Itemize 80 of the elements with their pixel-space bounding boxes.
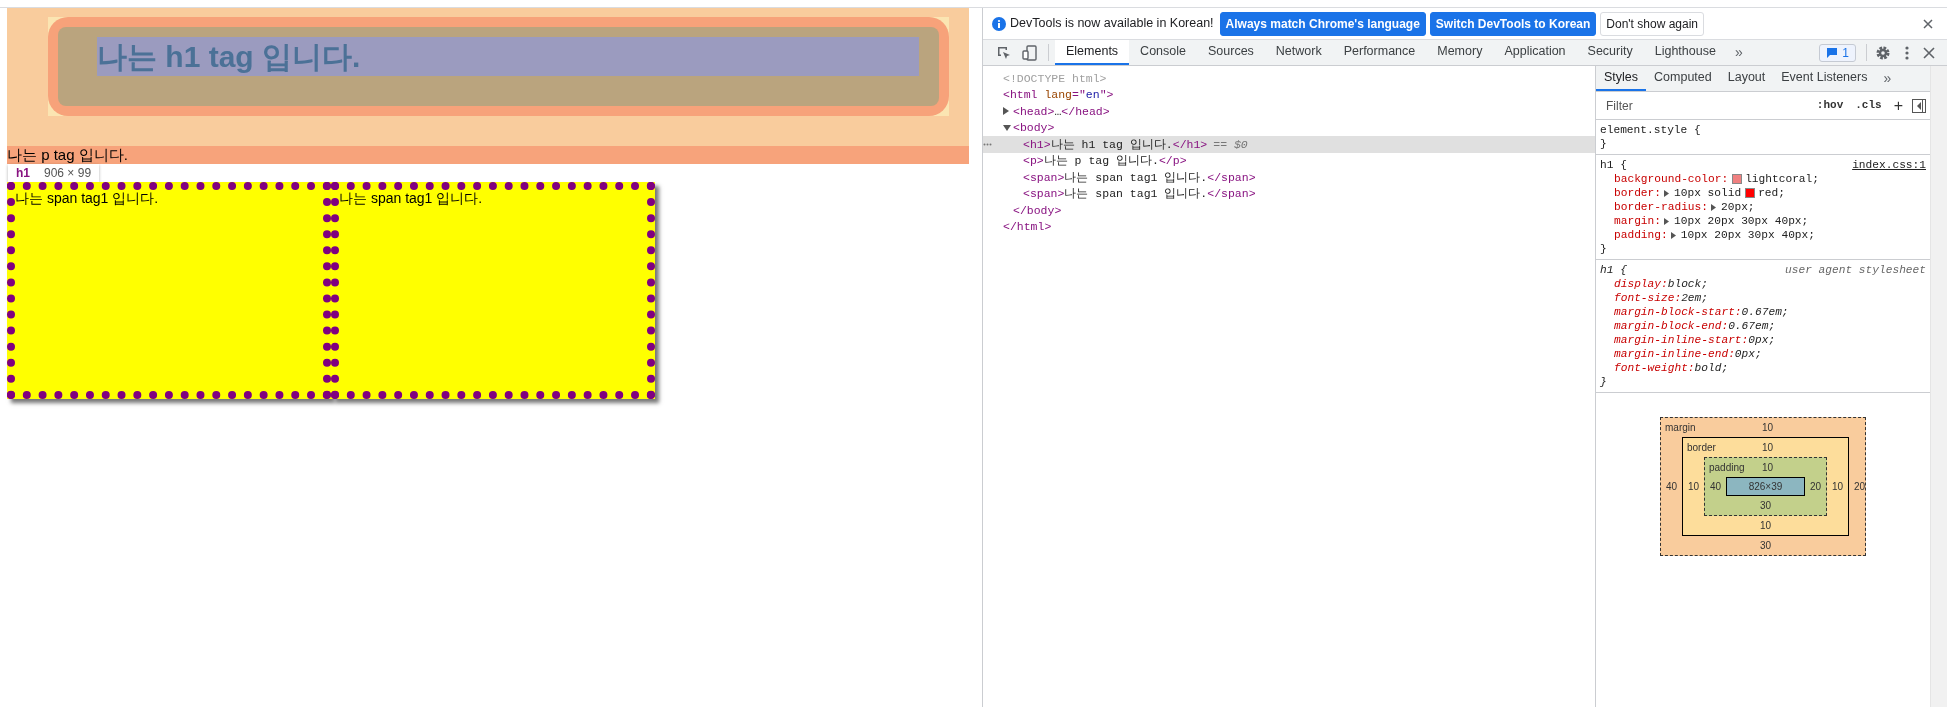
inspect-icon[interactable] (996, 44, 1012, 61)
css-selector: element.style { (1600, 123, 1701, 137)
span-box: 나는 span tag1 입니다. (331, 182, 655, 399)
css-declaration[interactable]: margin-block-start:0.67em; (1600, 305, 1926, 319)
styles-tab[interactable]: Event Listeners (1773, 66, 1876, 91)
infobar-message: DevTools is now available in Korean! (1010, 15, 1214, 33)
box-model-margin: margin 10 40 border 10 10 padding 10 40 826×39 20 30 10 10 20 30 (1660, 417, 1866, 556)
dom-node[interactable]: </html> (983, 218, 1595, 235)
devtools-tab[interactable]: Network (1264, 40, 1333, 65)
devtools-tab[interactable]: Memory (1426, 40, 1494, 65)
close-icon[interactable] (1923, 18, 1933, 29)
infobar-button[interactable]: Always match Chrome's language (1219, 11, 1426, 36)
devtools-tab[interactable]: Elements (1055, 40, 1130, 65)
issues-button[interactable]: 1 (1819, 43, 1856, 62)
css-selector: h1 { (1600, 263, 1627, 277)
devtools-tab[interactable]: Application (1493, 40, 1577, 65)
devtools-tab[interactable]: Performance (1332, 40, 1427, 65)
closing-brace: } (1600, 242, 1608, 256)
element-tooltip: h1 906 × 99 (8, 164, 100, 182)
more-tabs-button[interactable]: » (1726, 40, 1751, 65)
css-declaration[interactable]: background-color: lightcoral; (1600, 172, 1926, 186)
page-paragraph: 나는 p tag 입니다. (7, 146, 969, 164)
chat-icon (1826, 46, 1839, 59)
css-declaration[interactable]: border: 10px solid red; (1600, 186, 1926, 200)
expand-arrow-icon[interactable] (1664, 189, 1669, 197)
source-label: user agent stylesheet (1785, 263, 1926, 277)
css-declaration[interactable]: padding: 10px 20px 30px 40px; (1600, 228, 1926, 242)
css-declaration[interactable]: margin-block-end:0.67em; (1600, 319, 1926, 333)
sidebar-toggle-icon[interactable] (1912, 98, 1926, 113)
closing-brace: } (1600, 137, 1608, 151)
settings-icon[interactable] (1875, 44, 1891, 61)
css-declaration[interactable]: margin: 10px 20px 30px 40px; (1600, 214, 1926, 228)
css-declaration[interactable]: margin-inline-start:0px; (1600, 333, 1926, 347)
expand-arrow-icon[interactable] (1003, 107, 1009, 116)
dom-node[interactable]: <head>…</head> (983, 103, 1595, 120)
span-box: 나는 span tag1 입니다. (7, 182, 331, 399)
expand-arrow-icon[interactable] (1664, 217, 1669, 225)
css-declaration[interactable]: font-size:2em; (1600, 291, 1926, 305)
kebab-menu-icon[interactable] (1905, 45, 1909, 60)
info-icon (992, 16, 1006, 31)
dom-node[interactable]: </body> (983, 202, 1595, 219)
color-swatch[interactable] (1732, 174, 1743, 184)
toolbar-button[interactable]: + (1890, 93, 1906, 118)
infobar-button[interactable]: Switch DevTools to Korean (1429, 11, 1597, 36)
styles-tab[interactable]: Layout (1719, 66, 1774, 91)
devtools-tab[interactable]: Console (1129, 40, 1197, 65)
box-model-content: 826×39 (1726, 477, 1805, 496)
more-tabs-button[interactable]: » (1875, 66, 1900, 91)
dom-node[interactable]: <h1>나는 h1 tag 입니다.</h1> == $0 (983, 136, 1595, 153)
scrollbar[interactable] (1930, 66, 1947, 707)
close-icon[interactable] (1923, 46, 1935, 59)
styles-tab[interactable]: Styles (1596, 66, 1647, 91)
css-declaration[interactable]: border-radius: 20px; (1600, 200, 1926, 214)
source-link[interactable]: index.css:1 (1852, 158, 1926, 172)
dom-node[interactable]: <html lang="en"> (983, 86, 1595, 103)
page-heading: 나는 h1 tag 입니다. (97, 37, 919, 76)
css-declaration[interactable]: display:block; (1600, 277, 1926, 291)
devtools-tab[interactable]: Security (1576, 40, 1644, 65)
dom-node[interactable]: <p>나는 p tag 입니다.</p> (983, 152, 1595, 169)
more-icon (983, 142, 992, 146)
styles-tab[interactable]: Computed (1646, 66, 1720, 91)
expand-arrow-icon[interactable] (1711, 203, 1716, 211)
dom-node[interactable]: <span>나는 span tag1 입니다.</span> (983, 169, 1595, 186)
collapse-arrow-icon[interactable] (1003, 124, 1011, 131)
css-declaration[interactable]: font-weight:bold; (1600, 361, 1926, 375)
toolbar-button[interactable]: :hov (1813, 97, 1847, 114)
devtools-tab[interactable]: Sources (1197, 40, 1265, 65)
css-selector: h1 { (1600, 158, 1627, 172)
device-icon[interactable] (1022, 44, 1038, 61)
infobar-button[interactable]: Don't show again (1600, 11, 1704, 36)
dom-node[interactable]: <span>나는 span tag1 입니다.</span> (983, 185, 1595, 202)
toolbar-button[interactable]: .cls (1852, 97, 1885, 114)
closing-brace: } (1600, 375, 1608, 389)
box-model-border: border 10 10 padding 10 40 826×39 20 30 10 10 (1682, 437, 1849, 536)
devtools-tab[interactable]: Lighthouse (1643, 40, 1727, 65)
expand-arrow-icon[interactable] (1670, 231, 1676, 239)
color-swatch[interactable] (1745, 188, 1756, 198)
css-declaration[interactable]: margin-inline-end:0px; (1600, 347, 1926, 361)
dom-node[interactable]: <body> (983, 119, 1595, 136)
box-model-padding: padding 10 40 826×39 20 30 (1704, 457, 1827, 516)
